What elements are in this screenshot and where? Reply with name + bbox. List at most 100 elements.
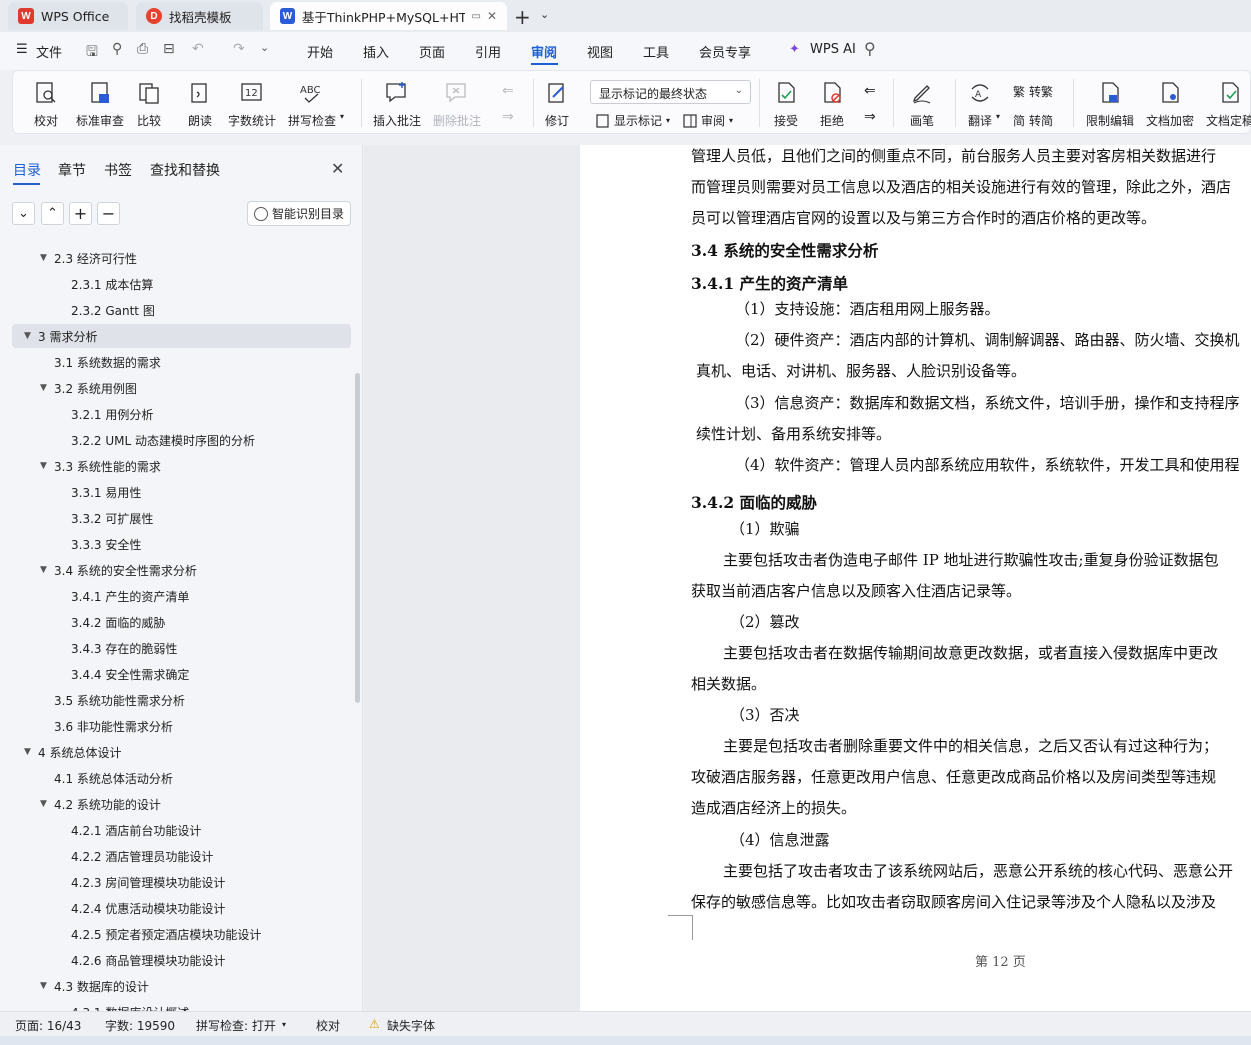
toc-item[interactable]: 3.4.1 产生的资产清单 bbox=[71, 584, 189, 608]
expand-arrow-icon[interactable]: ▼ bbox=[40, 461, 54, 471]
menu-wps-ai[interactable]: WPS AI bbox=[810, 42, 856, 57]
search-icon[interactable]: ⚲ bbox=[864, 39, 876, 58]
toc-item[interactable]: ▼ 3.3 系统性能的需求 bbox=[40, 454, 161, 478]
expand-arrow-icon[interactable]: ▼ bbox=[40, 799, 54, 809]
next-change-icon[interactable]: ⇒ bbox=[864, 109, 876, 125]
toc-item[interactable]: 2.3.1 成本估算 bbox=[71, 272, 153, 296]
page-indicator[interactable]: 页面: 16/43 bbox=[15, 1017, 81, 1034]
redo-icon[interactable]: ↷ bbox=[233, 41, 245, 57]
menu-icon[interactable]: ☰ bbox=[16, 42, 28, 57]
menu-page[interactable]: 页面 bbox=[419, 42, 445, 61]
tab-sections[interactable]: 章节 bbox=[58, 160, 86, 180]
tab-document[interactable]: W 基于ThinkPHP+MySQL+HTM ▭ ✕ bbox=[270, 2, 507, 30]
toc-item[interactable]: ▼ 3.2 系统用例图 bbox=[40, 376, 137, 400]
print-preview-icon[interactable]: ⊟ bbox=[163, 41, 175, 57]
to-traditional-button[interactable]: 繁 转繁 bbox=[1013, 83, 1053, 100]
window-restore-icon[interactable]: ▭ bbox=[471, 11, 480, 22]
tab-find-replace[interactable]: 查找和替换 bbox=[150, 160, 220, 180]
undo-icon[interactable]: ↶ bbox=[192, 41, 204, 57]
toc-item[interactable]: 4.2.2 酒店管理员功能设计 bbox=[71, 844, 213, 868]
expand-arrow-icon[interactable]: ▼ bbox=[40, 565, 54, 575]
toc-item[interactable]: 3.5 系统功能性需求分析 bbox=[40, 688, 185, 712]
missing-font-status[interactable]: 缺失字体 bbox=[387, 1017, 435, 1034]
close-tab-icon[interactable]: ✕ bbox=[487, 9, 497, 23]
expand-arrow-icon[interactable]: ▼ bbox=[40, 253, 54, 263]
smart-toc-button[interactable]: 智能识别目录 bbox=[247, 201, 351, 226]
collapse-level-button[interactable]: ⌄ bbox=[12, 202, 35, 225]
toc-item[interactable]: 3.2.2 UML 动态建模时序图的分析 bbox=[71, 428, 255, 452]
more-icon[interactable]: ⌄ bbox=[260, 41, 269, 54]
spell-check-status[interactable]: 拼写检查: 打开 bbox=[196, 1017, 276, 1034]
track-changes-button[interactable]: 修订 bbox=[544, 80, 570, 129]
close-icon[interactable]: ✕ bbox=[331, 159, 344, 178]
print-icon[interactable]: ⎙ bbox=[137, 41, 148, 57]
toc-item[interactable]: 4.2.6 商品管理模块功能设计 bbox=[71, 948, 225, 972]
toc-item[interactable]: ▼ 3.4 系统的安全性需求分析 bbox=[40, 558, 197, 582]
to-simplified-button[interactable]: 简 转简 bbox=[1013, 112, 1053, 129]
toc-item[interactable]: ▼ 4 系统总体设计 bbox=[24, 740, 121, 764]
toc-item[interactable]: ▼ 4.2 系统功能的设计 bbox=[40, 792, 161, 816]
expand-arrow-icon[interactable]: ▼ bbox=[40, 383, 54, 393]
std-review-button[interactable]: 标准审查 bbox=[76, 80, 124, 129]
toc-item[interactable]: 3.2.1 用例分析 bbox=[71, 402, 153, 426]
tab-bookmarks[interactable]: 书签 bbox=[104, 160, 132, 180]
toc-item[interactable]: 2.3.2 Gantt 图 bbox=[71, 298, 155, 322]
toc-item[interactable]: 4.3.1 数据库设计概述 bbox=[71, 1000, 189, 1012]
tab-wps-office[interactable]: W WPS Office bbox=[8, 2, 128, 30]
word-count-status[interactable]: 字数: 19590 bbox=[105, 1017, 175, 1034]
menu-view[interactable]: 视图 bbox=[587, 42, 613, 61]
document-page[interactable]: 管理人员低，且他们之间的侧重点不同，前台服务人员主要对客房相关数据进行 而管理员则… bbox=[580, 145, 1251, 1011]
menu-file[interactable]: 文件 bbox=[36, 42, 62, 61]
tab-template[interactable]: D 找稻壳模板 bbox=[136, 2, 263, 30]
menu-insert[interactable]: 插入 bbox=[363, 42, 389, 61]
prev-comment-icon[interactable]: ⇐ bbox=[502, 83, 514, 99]
panel-scrollbar[interactable] bbox=[355, 373, 360, 703]
translate-button[interactable]: A 翻译 bbox=[967, 80, 993, 129]
toc-item[interactable]: 4.2.4 优惠活动模块功能设计 bbox=[71, 896, 225, 920]
menu-review[interactable]: 审阅 bbox=[531, 42, 557, 61]
show-markup-button[interactable]: 显示标记 ▾ bbox=[596, 112, 670, 129]
menu-member[interactable]: 会员专享 bbox=[699, 42, 751, 61]
word-count-button[interactable]: 12 字数统计 bbox=[228, 80, 276, 129]
proof-button[interactable]: 校对 bbox=[33, 80, 59, 129]
new-tab-icon[interactable]: + bbox=[514, 5, 531, 29]
chevron-down-icon[interactable]: ⌄ bbox=[540, 8, 549, 21]
markup-state-select[interactable]: 显示标记的最终状态 ⌄ bbox=[590, 80, 751, 104]
encrypt-button[interactable]: 文档加密 bbox=[1146, 80, 1194, 129]
add-heading-button[interactable]: + bbox=[69, 202, 92, 225]
expand-arrow-icon[interactable]: ▼ bbox=[40, 981, 54, 991]
save-icon[interactable]: 🖫 bbox=[86, 41, 98, 65]
toc-item[interactable]: 3.3.2 可扩展性 bbox=[71, 506, 153, 530]
toc-item[interactable]: 3.4.4 安全性需求确定 bbox=[71, 662, 189, 686]
accept-button[interactable]: 接受 bbox=[773, 80, 799, 129]
tab-toc[interactable]: 目录 bbox=[13, 160, 41, 180]
insert-comment-button[interactable]: 插入批注 bbox=[373, 80, 421, 129]
toc-item[interactable]: 4.2.3 房间管理模块功能设计 bbox=[71, 870, 225, 894]
reject-button[interactable]: 拒绝 bbox=[819, 80, 845, 129]
restrict-edit-button[interactable]: 限制编辑 bbox=[1086, 80, 1134, 129]
toc-item[interactable]: 3.6 非功能性需求分析 bbox=[40, 714, 173, 738]
toc-item[interactable]: 4.2.1 酒店前台功能设计 bbox=[71, 818, 201, 842]
toc-item[interactable]: 3.3.1 易用性 bbox=[71, 480, 141, 504]
menu-tools[interactable]: 工具 bbox=[643, 42, 669, 61]
finalize-button[interactable]: 文档定稿 bbox=[1206, 80, 1251, 129]
expand-arrow-icon[interactable]: ▼ bbox=[24, 747, 38, 757]
remove-heading-button[interactable]: − bbox=[97, 202, 120, 225]
toc-item[interactable]: ▼ 3 需求分析 bbox=[12, 324, 351, 348]
read-aloud-button[interactable]: 朗读 bbox=[187, 80, 213, 129]
spell-check-button[interactable]: ABC 拼写检查 bbox=[288, 80, 336, 129]
wps-ai-icon[interactable]: ✦ bbox=[789, 42, 800, 57]
toc-item[interactable]: ▼ 2.3 经济可行性 bbox=[40, 246, 137, 270]
toc-item[interactable]: 3.4.2 面临的威胁 bbox=[71, 610, 165, 634]
toc-item[interactable]: 4.1 系统总体活动分析 bbox=[40, 766, 173, 790]
share-icon[interactable]: ⚲ bbox=[112, 41, 122, 57]
delete-comment-button[interactable]: 删除批注 bbox=[433, 80, 481, 129]
expand-level-button[interactable]: ⌃ bbox=[41, 202, 64, 225]
toc-item[interactable]: 4.2.5 预定者预定酒店模块功能设计 bbox=[71, 922, 261, 946]
toc-item[interactable]: 3.3.3 安全性 bbox=[71, 532, 141, 556]
next-comment-icon[interactable]: ⇒ bbox=[502, 109, 514, 125]
toc-item[interactable]: ▼ 4.3 数据库的设计 bbox=[40, 974, 149, 998]
compare-button[interactable]: 比较 bbox=[136, 80, 162, 129]
review-pane-button[interactable]: 审阅 ▾ bbox=[683, 112, 733, 129]
proof-status[interactable]: 校对 bbox=[316, 1017, 340, 1034]
